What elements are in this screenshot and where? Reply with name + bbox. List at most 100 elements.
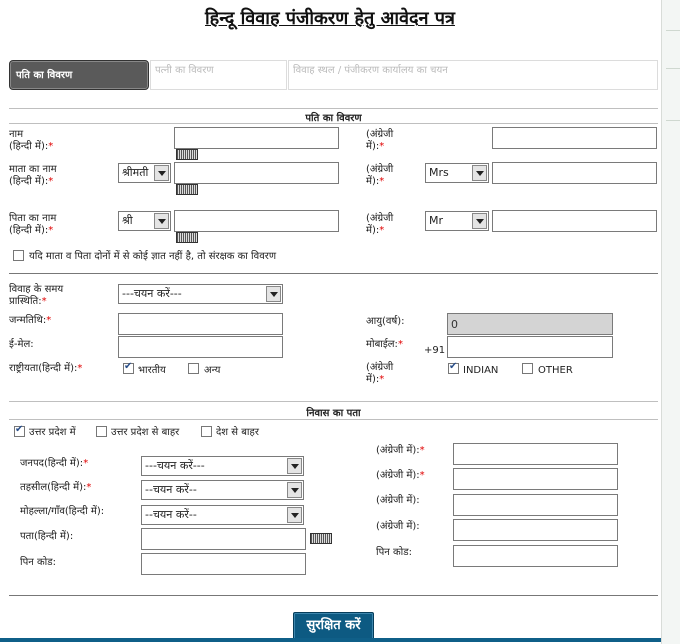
- locality-label: मोहल्ला/गाँव(हिन्दी में):: [20, 506, 105, 517]
- district-label: जनपद(हिन्दी में):*: [20, 458, 89, 469]
- guardian-checkbox[interactable]: [13, 250, 24, 261]
- nationality-other-label: अन्य: [204, 365, 221, 376]
- chevron-down-icon: [287, 482, 302, 498]
- pin-english-label: पिन कोड:: [376, 547, 412, 558]
- mobile-input[interactable]: [447, 336, 613, 358]
- email-input[interactable]: [118, 336, 283, 358]
- name-english-input[interactable]: [492, 127, 657, 149]
- section-heading-residence: निवास का पता: [306, 408, 361, 419]
- select-value: Mrs: [429, 166, 449, 179]
- address-hindi-input[interactable]: [141, 528, 306, 550]
- nationality-indian-checkbox[interactable]: [123, 361, 134, 374]
- chevron-down-icon: [154, 213, 169, 229]
- nationality-indian-label: भारतीय: [138, 365, 166, 376]
- mother-name-hindi-input[interactable]: [174, 162, 339, 184]
- strip-divider: [666, 30, 680, 31]
- nationality-other-checkbox[interactable]: [188, 363, 199, 374]
- divider: [9, 401, 658, 402]
- locality-select[interactable]: --चयन करें--: [141, 505, 304, 525]
- hindi-keyboard-icon[interactable]: [176, 149, 198, 160]
- location-outside-country-label: देश से बाहर: [216, 427, 259, 438]
- nationality-indian-en-checkbox[interactable]: [448, 361, 459, 374]
- strip-divider: [666, 120, 680, 121]
- location-outside-up-label: उत्तर प्रदेश से बाहर: [111, 427, 180, 438]
- nationality-other-en-label: OTHER: [538, 365, 573, 376]
- pin-label: पिन कोड:: [20, 557, 56, 568]
- pin-english-input[interactable]: [453, 545, 618, 567]
- father-prefix-english-select[interactable]: Mr: [425, 211, 489, 231]
- mother-prefix-english-select[interactable]: Mrs: [425, 163, 489, 183]
- chevron-down-icon: [287, 507, 302, 523]
- divider: [9, 419, 658, 420]
- select-value: Mr: [429, 214, 444, 227]
- divider: [9, 108, 658, 109]
- location-outside-country-checkbox[interactable]: [201, 426, 212, 437]
- nationality-english-label: (अंग्रेजी में):*: [366, 362, 394, 385]
- email-label: ई-मेल:: [9, 339, 34, 350]
- pin-input[interactable]: [141, 553, 306, 575]
- mother-name-english-label: (अंग्रेजी में):*: [366, 164, 394, 187]
- father-name-hindi-input[interactable]: [174, 210, 339, 232]
- right-scroll-strip: [661, 0, 680, 644]
- locality-english-label: (अंग्रेजी में):: [376, 495, 420, 506]
- nationality-indian-en-label: INDIAN: [463, 365, 499, 376]
- chevron-down-icon: [154, 165, 169, 181]
- district-english-label: (अंग्रेजी में):*: [376, 445, 425, 456]
- strip-divider: [666, 68, 680, 69]
- page-title: हिन्दू विवाह पंजीकरण हेतु आवेदन पत्र: [205, 8, 455, 29]
- nationality-label: राष्ट्रीयता(हिन्दी में):*: [9, 363, 83, 374]
- select-value: --चयन करें--: [145, 508, 197, 521]
- location-outside-up-checkbox[interactable]: [96, 426, 107, 437]
- chevron-down-icon: [472, 213, 487, 229]
- select-value: ---चयन करें---: [145, 459, 205, 472]
- hindi-keyboard-icon[interactable]: [310, 533, 332, 544]
- age-label: आयु(वर्ष):: [366, 316, 405, 327]
- divider: [9, 273, 658, 274]
- age-input: [447, 313, 613, 335]
- tab-wife-details[interactable]: पत्नी का विवरण: [150, 60, 287, 90]
- tab-husband-details[interactable]: पति का विवरण: [9, 60, 149, 90]
- father-prefix-hindi-select[interactable]: श्री: [118, 211, 171, 231]
- chevron-down-icon: [472, 165, 487, 181]
- mobile-country-code: +91: [424, 345, 446, 356]
- mother-prefix-hindi-select[interactable]: श्रीमती: [118, 163, 171, 183]
- tehsil-english-label: (अंग्रेजी में):*: [376, 470, 425, 481]
- section-heading-husband: पति का विवरण: [305, 113, 362, 124]
- tehsil-english-input[interactable]: [453, 468, 618, 490]
- divider: [9, 595, 658, 596]
- hindi-keyboard-icon[interactable]: [176, 184, 198, 195]
- tab-venue-office[interactable]: विवाह स्थल / पंजीकरण कार्यालय का चयन: [288, 60, 658, 90]
- footer-bar: [0, 638, 661, 642]
- district-select[interactable]: ---चयन करें---: [141, 456, 304, 476]
- name-hindi-label: नाम (हिन्दी में):*: [9, 129, 54, 152]
- tehsil-select[interactable]: --चयन करें--: [141, 480, 304, 500]
- name-hindi-input[interactable]: [174, 127, 339, 149]
- name-english-label: (अंग्रेजी में):*: [366, 129, 394, 152]
- select-value: --चयन करें--: [145, 483, 197, 496]
- district-english-input[interactable]: [453, 443, 618, 465]
- mother-name-english-input[interactable]: [492, 162, 657, 184]
- dob-label: जन्मतिथि:*: [9, 315, 52, 326]
- select-value: श्रीमती: [122, 166, 149, 179]
- guardian-checkbox-label: यदि माता व पिता दोनों में से कोई ज्ञात न…: [29, 251, 277, 262]
- locality-english-input[interactable]: [453, 494, 618, 516]
- location-up-label: उत्तर प्रदेश में: [29, 427, 76, 438]
- location-up-checkbox[interactable]: [14, 424, 25, 437]
- select-value: ---चयन करें---: [122, 287, 182, 300]
- father-name-english-input[interactable]: [492, 210, 657, 232]
- address-english-label: (अंग्रेजी में):: [376, 521, 420, 532]
- father-name-english-label: (अंग्रेजी में):*: [366, 213, 394, 236]
- nationality-other-en-checkbox[interactable]: [522, 363, 533, 374]
- divider: [9, 123, 658, 124]
- hindi-keyboard-icon[interactable]: [176, 232, 198, 243]
- chevron-down-icon: [266, 286, 281, 302]
- save-button[interactable]: सुरक्षित करें: [293, 612, 374, 640]
- address-label: पता(हिन्दी में):: [20, 531, 74, 542]
- marital-status-label: विवाह के समय प्रास्थिति:*: [9, 284, 64, 307]
- marital-status-select[interactable]: ---चयन करें---: [118, 284, 283, 304]
- father-name-label: पिता का नाम (हिन्दी में):*: [9, 213, 57, 236]
- select-value: श्री: [122, 214, 133, 227]
- dob-input[interactable]: [118, 313, 283, 335]
- mobile-label: मोबाईल:*: [366, 339, 403, 350]
- address-english-input[interactable]: [453, 519, 618, 541]
